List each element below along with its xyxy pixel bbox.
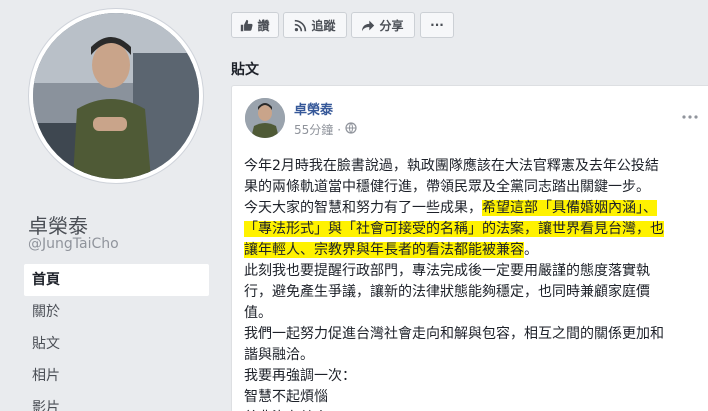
nav-item-photos[interactable]: 相片	[24, 360, 209, 392]
post-time-label[interactable]: 55分鐘	[294, 121, 333, 138]
more-options-button[interactable]: ···	[420, 12, 454, 38]
more-options-label: ···	[430, 18, 444, 32]
share-button[interactable]: 分享	[351, 12, 415, 38]
thumbs-up-icon	[240, 19, 254, 32]
section-title: 貼文	[231, 62, 259, 78]
post-options-button[interactable]	[682, 104, 698, 123]
post-text-line: 此刻我也要提醒行政部門，專法完成後一定要用嚴謹的態度落實執	[244, 261, 702, 282]
post-body: 今年2月時我在臉書說過，執政團隊應該在大法官釋憲及去年公投結 果的兩條軌道當中穩健…	[244, 156, 702, 411]
highlighted-text: 「專法形式」與「社會可接受的名稱」的法案，讓世界看見台灣，也	[244, 221, 664, 237]
post-card: 卓榮泰 55分鐘 · 今年2月時我在臉書說過，執政團隊應該在大法官釋憲及去年公投…	[231, 85, 708, 411]
highlighted-text: 希望這部「具備婚姻內涵」、	[482, 200, 657, 216]
nav-item-about[interactable]: 關於	[24, 296, 209, 328]
left-column: 卓榮泰 @JungTaiCho 首頁 關於 貼文 相片 影片	[0, 0, 215, 411]
post-text-line: 我們一起努力促進台灣社會走向和解與包容，相互之間的關係更加和	[244, 324, 702, 345]
post-text: 我要再強調一次：	[244, 368, 356, 384]
profile-photo	[33, 13, 199, 179]
post-text: 此刻我也要提醒行政部門，專法完成後一定要用嚴謹的態度落實執	[244, 263, 650, 279]
post-text-line: 今年2月時我在臉書說過，執政團隊應該在大法官釋憲及去年公投結	[244, 156, 702, 177]
post-timestamp: 55分鐘 ·	[294, 121, 357, 138]
like-page-label: 讚	[257, 18, 270, 33]
post-text: 行，避免產生爭議，讓新的法律狀態能夠穩定，也同時兼顧家庭價	[244, 284, 650, 300]
post-text: 。	[524, 242, 538, 258]
post-text-line: 「專法形式」與「社會可接受的名稱」的法案，讓世界看見台灣，也	[244, 219, 702, 240]
post-author-avatar[interactable]	[245, 98, 285, 138]
profile-handle[interactable]: @JungTaiCho	[28, 236, 119, 252]
post-author-name[interactable]: 卓榮泰	[294, 99, 333, 118]
more-dots-icon	[682, 115, 698, 119]
post-text-line: 行，避免產生爭議，讓新的法律狀態能夠穩定，也同時兼顧家庭價	[244, 282, 702, 303]
follow-button[interactable]: 追蹤	[283, 12, 347, 38]
post-time-separator: ·	[337, 122, 342, 137]
post-text: 今年2月時我在臉書說過，執政團隊應該在大法官釋憲及去年公投結	[244, 158, 659, 174]
share-arrow-icon	[362, 19, 375, 32]
post-avatar-illustration	[245, 98, 285, 138]
share-label: 分享	[379, 18, 404, 33]
post-text: 今天大家的智慧和努力有了一些成果，	[244, 200, 482, 216]
post-text-line: 值。	[244, 303, 702, 324]
nav-item-videos[interactable]: 影片	[24, 392, 209, 411]
post-text-line: 諧與融洽。	[244, 345, 702, 366]
post-text-line: 智慧不起煩惱	[244, 387, 702, 408]
follow-label: 追蹤	[311, 18, 336, 33]
post-text: 智慧不起煩惱	[244, 389, 328, 405]
post-text-line: 讓年輕人、宗教界與年長者的看法都能被兼容。	[244, 240, 702, 261]
page-nav: 首頁 關於 貼文 相片 影片	[24, 264, 209, 411]
post-text: 值。	[244, 305, 272, 321]
nav-item-posts[interactable]: 貼文	[24, 328, 209, 360]
post-text-line: 今天大家的智慧和努力有了一些成果，希望這部「具備婚姻內涵」、	[244, 198, 702, 219]
like-page-button[interactable]: 讚	[231, 12, 279, 38]
post-text: 我們一起努力促進台灣社會走向和解與包容，相互之間的關係更加和	[244, 326, 664, 342]
post-text-line: 果的兩條軌道當中穩健行進，帶領民眾及全黨同志踏出關鍵一步。	[244, 177, 702, 198]
post-text-line: 我要再強調一次：	[244, 366, 702, 387]
profile-picture[interactable]	[28, 8, 204, 184]
globe-icon[interactable]	[345, 122, 357, 137]
post-text: 果的兩條軌道當中穩健行進，帶領民眾及全黨同志踏出關鍵一步。	[244, 179, 650, 195]
profile-name[interactable]: 卓榮泰	[28, 210, 88, 239]
rss-icon	[294, 19, 307, 32]
profile-photo-illustration	[33, 13, 199, 179]
highlighted-text: 讓年輕人、宗教界與年長者的看法都能被兼容	[244, 242, 524, 258]
nav-item-home[interactable]: 首頁	[24, 264, 209, 296]
post-text: 諧與融洽。	[244, 347, 314, 363]
